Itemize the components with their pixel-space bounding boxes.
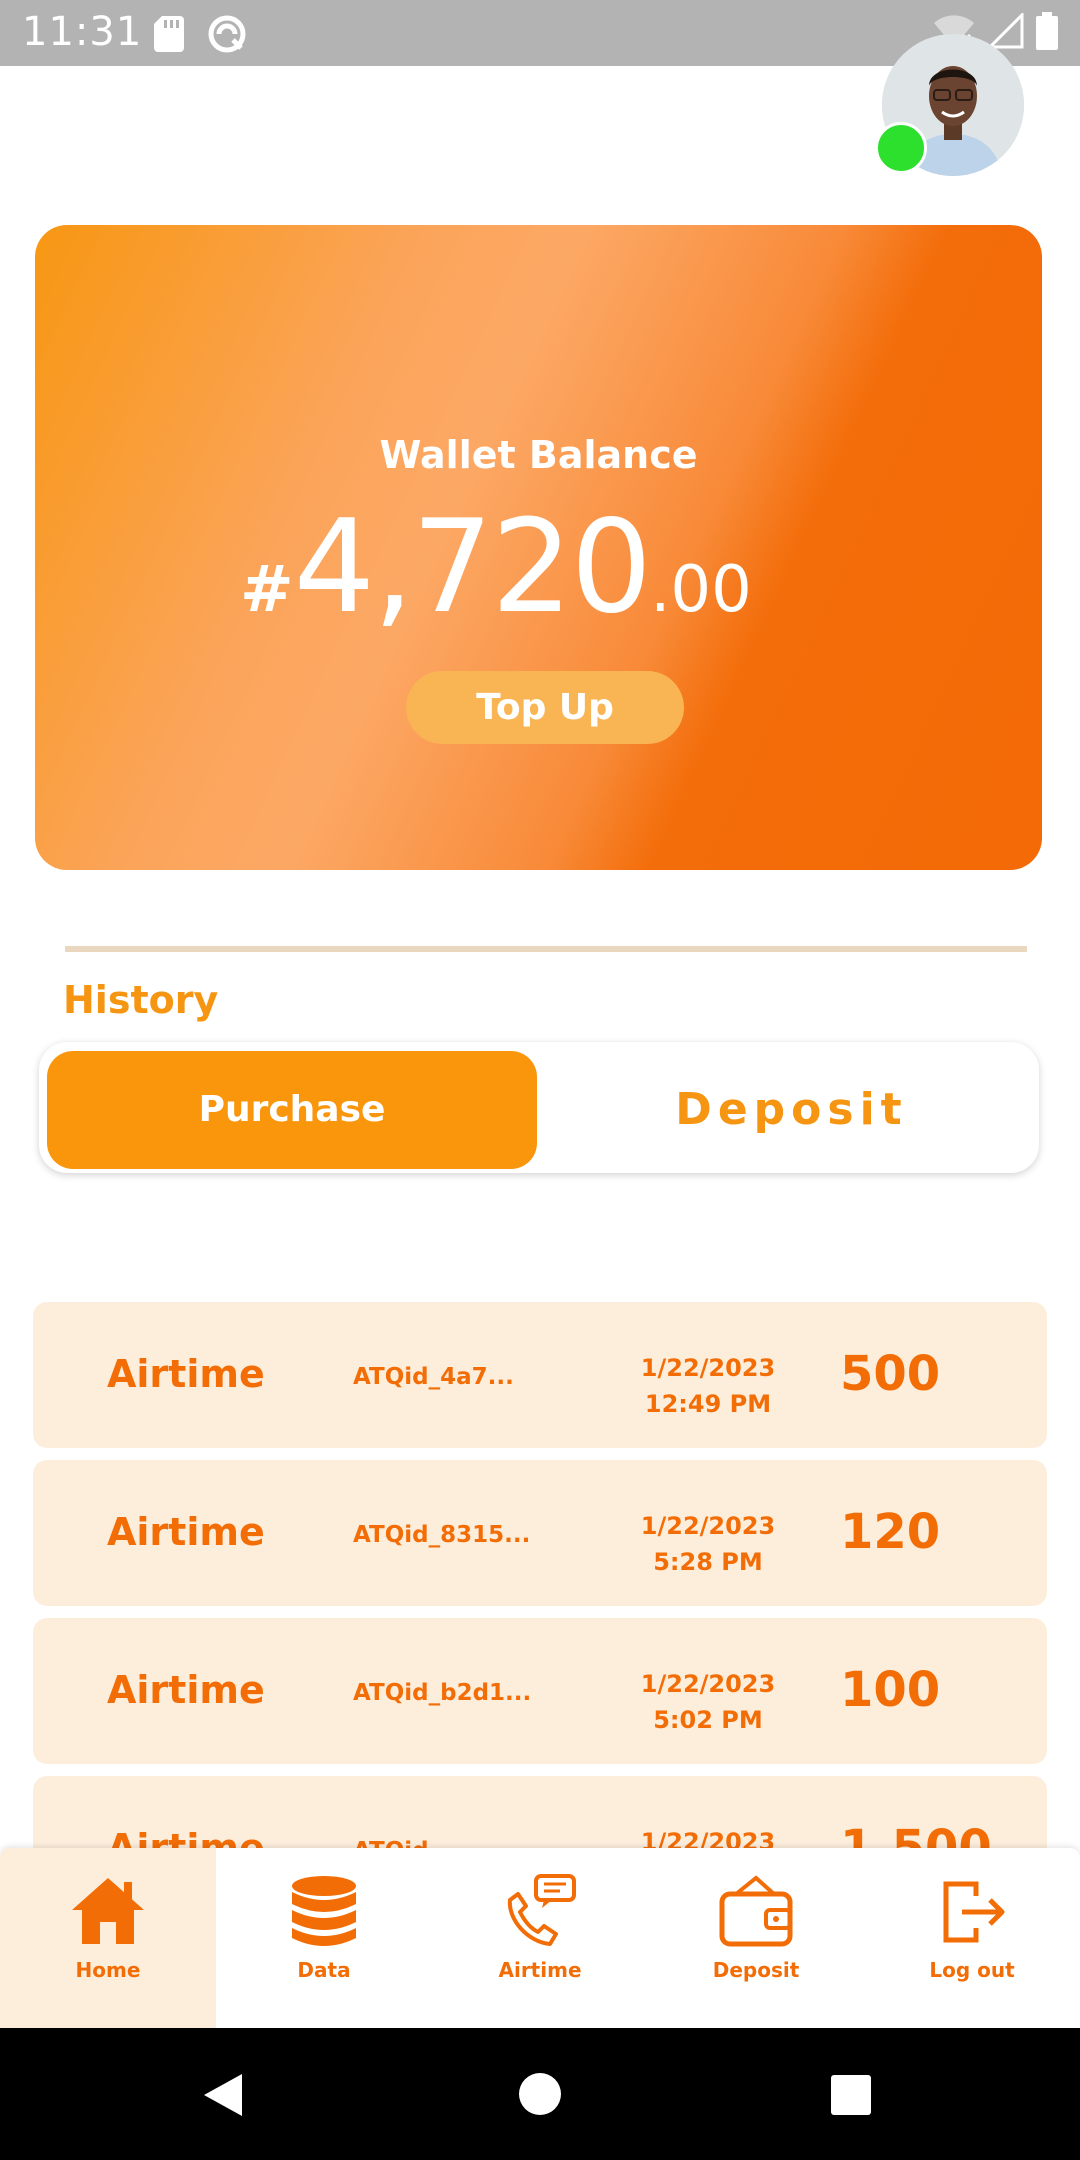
tx-id: ATQid_4a7... (353, 1364, 514, 1390)
tx-amount: 120 (840, 1504, 941, 1560)
wallet-amount-dec: .00 (650, 553, 752, 627)
wallet-currency: # (240, 553, 294, 627)
battery-icon (1036, 12, 1058, 50)
top-up-button[interactable]: Top Up (406, 671, 684, 744)
home-button-icon[interactable] (518, 2072, 562, 2116)
wallet-icon (719, 1875, 793, 1947)
signal-icon (988, 13, 1024, 49)
section-divider (65, 946, 1027, 952)
table-row[interactable]: Airtime ATQid_... 1/22/2023 1,500 (33, 1776, 1047, 1848)
tx-id: ATQid_... (353, 1838, 466, 1848)
nav-label-airtime: Airtime (498, 1958, 582, 1982)
tab-purchase[interactable]: Purchase (47, 1051, 537, 1169)
tx-time: 5:02 PM (653, 1706, 763, 1734)
database-icon (292, 1876, 356, 1946)
tx-amount: 500 (840, 1346, 941, 1402)
system-navigation-bar (0, 2028, 1080, 2160)
nav-item-logout[interactable]: Log out (864, 1848, 1080, 2028)
tx-type: Airtime (107, 1826, 265, 1848)
wallet-title: Wallet Balance (379, 433, 698, 477)
nav-label-data: Data (297, 1958, 351, 1982)
tx-type: Airtime (107, 1352, 265, 1396)
nav-item-home[interactable]: Home (0, 1848, 216, 2028)
tx-time: 5:28 PM (653, 1548, 763, 1576)
table-row[interactable]: Airtime ATQid_b2d1... 1/22/2023 5:02 PM … (33, 1618, 1047, 1764)
nav-item-data[interactable]: Data (216, 1848, 432, 2028)
nav-label-logout: Log out (929, 1958, 1015, 1982)
wallet-card: Wallet Balance #4,720.00 Top Up (35, 225, 1042, 870)
tx-datetime: 1/22/2023 5:02 PM (618, 1666, 798, 1738)
tx-time: 12:49 PM (644, 1390, 772, 1418)
tx-date: 1/22/2023 (640, 1354, 776, 1382)
wallet-amount-int: 4,720 (293, 493, 652, 642)
tx-amount: 1,500 (840, 1820, 992, 1848)
history-tab-bar: Purchase Deposit (39, 1042, 1039, 1173)
tx-amount: 100 (840, 1662, 941, 1718)
bottom-nav: Home Data Airtime Deposit Log out (0, 1848, 1080, 2028)
tx-id: ATQid_8315... (353, 1522, 531, 1548)
wallet-balance: #4,720.00 (240, 493, 752, 642)
tab-deposit[interactable]: Deposit (549, 1051, 1034, 1169)
tx-type: Airtime (107, 1510, 265, 1554)
history-title: History (63, 978, 219, 1022)
home-icon (72, 1878, 144, 1944)
tx-date: 1/22/2023 (640, 1670, 776, 1698)
online-status-indicator (875, 122, 927, 174)
tx-datetime: 1/22/2023 5:28 PM (618, 1508, 798, 1580)
nav-item-airtime[interactable]: Airtime (432, 1848, 648, 2028)
transaction-list[interactable]: Airtime ATQid_4a7... 1/22/2023 12:49 PM … (33, 1302, 1047, 1848)
back-icon[interactable] (200, 2072, 246, 2118)
sd-card-icon (154, 16, 184, 52)
table-row[interactable]: Airtime ATQid_8315... 1/22/2023 5:28 PM … (33, 1460, 1047, 1606)
status-time: 11:31 (22, 9, 143, 55)
tx-type: Airtime (107, 1668, 265, 1712)
tx-id: ATQid_b2d1... (353, 1680, 532, 1706)
table-row[interactable]: Airtime ATQid_4a7... 1/22/2023 12:49 PM … (33, 1302, 1047, 1448)
app-screen: 11:31 Wallet Balance #4,720.00 Top Up Hi… (0, 0, 1080, 2160)
phone-chat-icon (507, 1874, 576, 1946)
nav-item-deposit[interactable]: Deposit (648, 1848, 864, 2028)
tx-datetime: 1/22/2023 12:49 PM (618, 1350, 798, 1422)
nav-label-home: Home (75, 1958, 141, 1982)
sync-icon (208, 15, 246, 53)
recents-icon[interactable] (830, 2074, 872, 2116)
tx-datetime: 1/22/2023 (618, 1824, 798, 1848)
tx-date: 1/22/2023 (640, 1828, 776, 1848)
nav-label-deposit: Deposit (712, 1958, 800, 1982)
tx-date: 1/22/2023 (640, 1512, 776, 1540)
logout-icon (943, 1881, 1005, 1943)
